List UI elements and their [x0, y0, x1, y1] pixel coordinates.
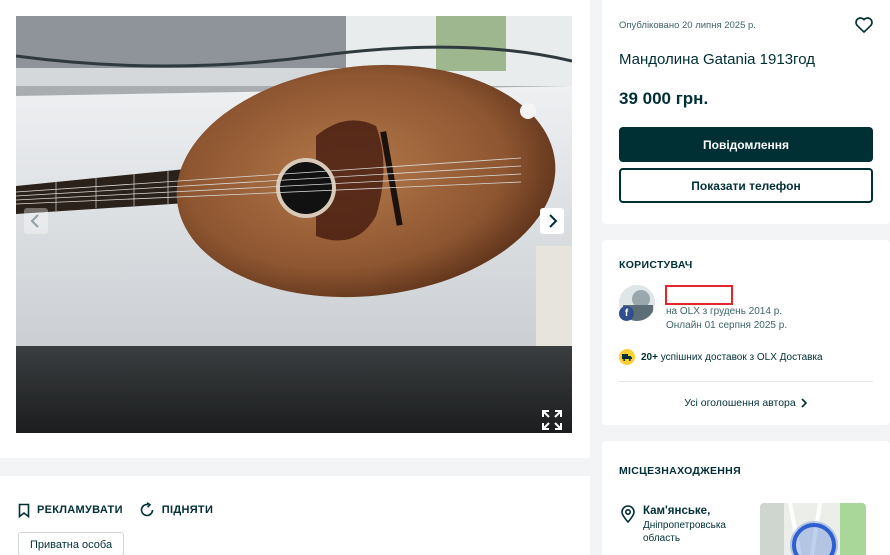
- published-date: Опубліковано 20 липня 2025 р.: [619, 20, 756, 31]
- facebook-icon: f: [619, 306, 634, 321]
- listing-photo[interactable]: [16, 16, 572, 433]
- listing-summary-card: Опубліковано 20 липня 2025 р. Мандолина …: [602, 0, 890, 224]
- listing-title: Мандолина Gatania 1913год: [619, 51, 815, 68]
- delivery-count: 20+: [641, 351, 658, 363]
- delivery-text: успішних доставок з OLX Доставка: [660, 351, 823, 363]
- listing-actions: РЕКЛАМУВАТИ ПІДНЯТИ: [18, 502, 213, 518]
- map-image: [760, 503, 866, 555]
- show-phone-button[interactable]: Показати телефон: [619, 168, 873, 203]
- chevron-right-icon: [549, 214, 558, 228]
- next-photo-button[interactable]: [540, 208, 564, 234]
- location-section-title: МІСЦЕЗНАХОДЖЕННЯ: [619, 465, 741, 477]
- refresh-icon: [140, 502, 154, 517]
- message-button[interactable]: Повідомлення: [619, 127, 873, 162]
- location-map[interactable]: [760, 503, 866, 555]
- user-name-redacted: [665, 285, 733, 305]
- expand-icon: [542, 410, 562, 430]
- promote-label: РЕКЛАМУВАТИ: [37, 504, 123, 516]
- divider: [619, 381, 873, 382]
- truck-icon: [619, 349, 635, 365]
- last-online: Онлайн 01 серпня 2025 р.: [666, 320, 788, 331]
- location-card: МІСЦЕЗНАХОДЖЕННЯ Кам'янське, Дніпропетро…: [602, 441, 890, 555]
- mandolin-image: [16, 16, 572, 433]
- all-ads-link[interactable]: Усі оголошення автора: [602, 397, 890, 409]
- raise-label: ПІДНЯТИ: [161, 504, 214, 516]
- member-since: на OLX з грудень 2014 р.: [666, 306, 783, 317]
- favorite-button[interactable]: [854, 15, 874, 35]
- fullscreen-button[interactable]: [540, 408, 564, 432]
- user-section-title: КОРИСТУВАЧ: [619, 259, 693, 271]
- promote-button[interactable]: РЕКЛАМУВАТИ: [18, 503, 123, 518]
- user-card: КОРИСТУВАЧ f на OLX з грудень 2014 р. Он…: [602, 240, 890, 425]
- heart-icon: [855, 17, 873, 33]
- prev-photo-button[interactable]: [24, 208, 48, 234]
- chevron-right-icon: [801, 398, 807, 408]
- location-region: Дніпропетровська область: [643, 520, 726, 544]
- listing-actions-panel: РЕКЛАМУВАТИ ПІДНЯТИ Приватна особа: [0, 476, 590, 555]
- listing-price: 39 000 грн.: [619, 89, 709, 108]
- bookmark-icon: [18, 503, 30, 518]
- delivery-stats: 20+ успішних доставок з OLX Доставка: [619, 349, 823, 365]
- raise-button[interactable]: ПІДНЯТИ: [139, 502, 213, 518]
- chevron-left-icon: [30, 214, 39, 228]
- location-city: Кам'янське,: [643, 505, 711, 517]
- seller-type-badge: Приватна особа: [18, 532, 125, 555]
- photo-gallery: [0, 0, 590, 458]
- all-ads-label: Усі оголошення автора: [684, 397, 796, 409]
- pin-icon: [621, 505, 635, 523]
